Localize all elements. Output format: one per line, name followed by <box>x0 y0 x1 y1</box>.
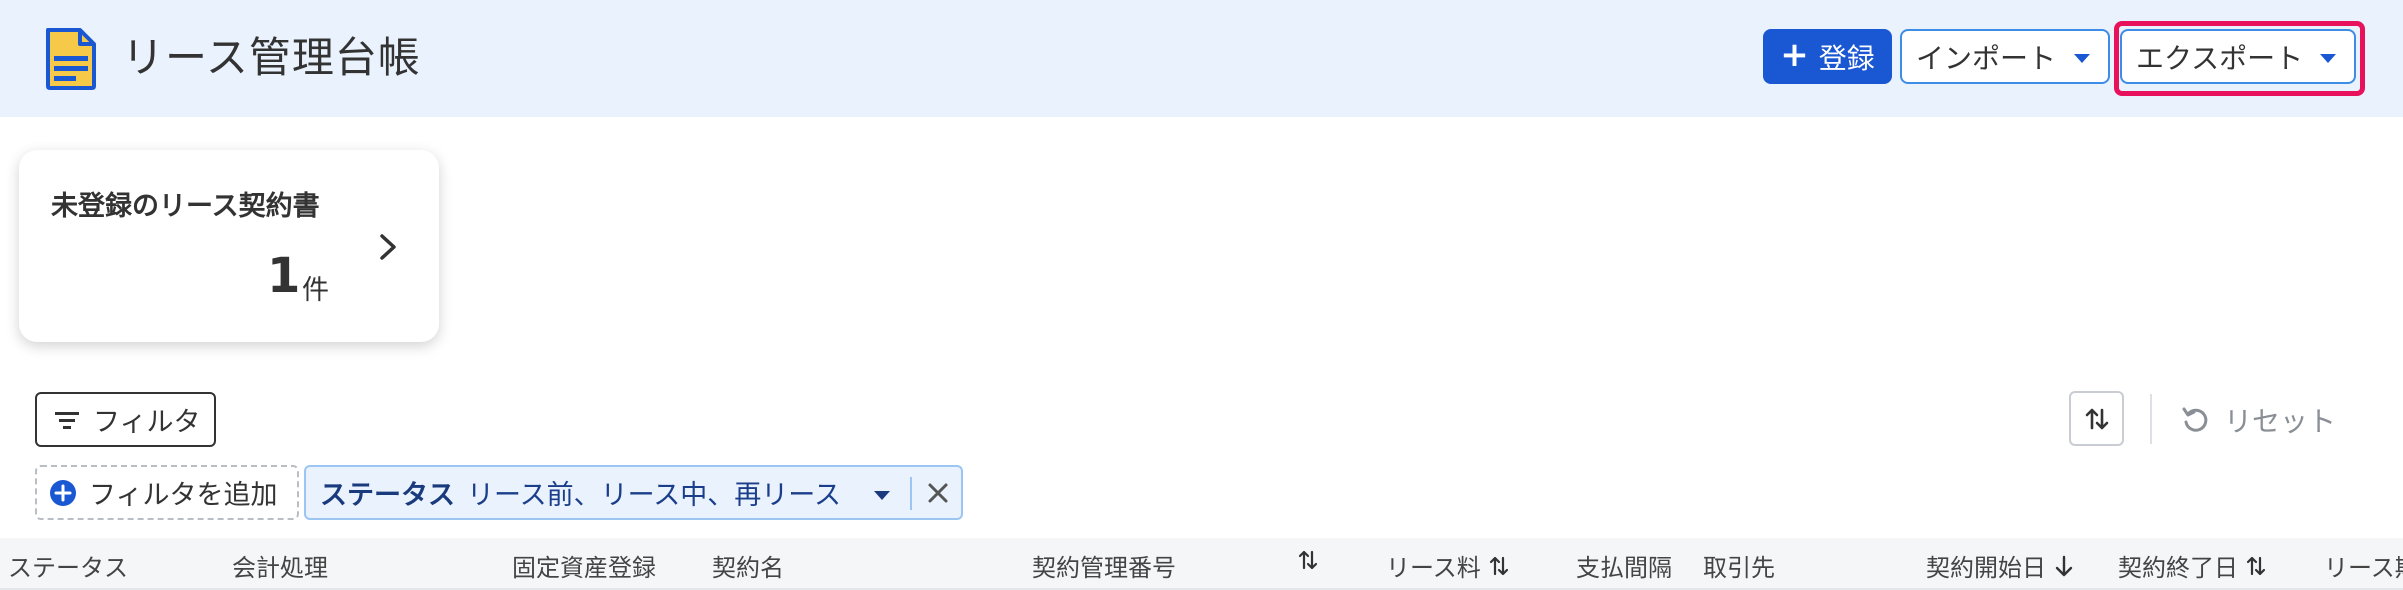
arrow-down-icon <box>2055 555 2073 576</box>
status-filter-chip[interactable]: ステータス リース前、リース中、再リース <box>304 465 963 520</box>
chevron-right-icon <box>380 234 396 260</box>
reset-icon <box>2182 407 2208 432</box>
column-contract-name[interactable]: 契約名 <box>712 548 784 583</box>
filter-button[interactable]: フィルタ <box>35 392 216 447</box>
add-filter-button[interactable]: フィルタを追加 <box>35 465 299 520</box>
column-sort-toggle[interactable] <box>1290 548 1318 572</box>
filter-icon <box>55 411 79 429</box>
column-payment-interval[interactable]: 支払間隔 <box>1576 548 1672 583</box>
reset-button-label: リセット <box>2224 405 2337 438</box>
chip-divider <box>910 477 912 510</box>
filter-button-label: フィルタ <box>93 407 201 438</box>
unregistered-contracts-card[interactable]: 未登録のリース契約書 1 件 <box>19 150 439 342</box>
register-button[interactable]: + 登録 <box>1763 29 1892 84</box>
page-title: リース管理台帳 <box>122 33 421 82</box>
sort-arrows-icon <box>1489 556 1508 575</box>
close-icon[interactable] <box>924 479 952 507</box>
caret-down-icon <box>2074 54 2090 63</box>
chip-values: リース前、リース中、再リース <box>467 480 841 511</box>
import-dropdown-button[interactable]: インポート <box>1900 29 2110 84</box>
plus-icon: + <box>1780 34 1809 75</box>
sort-order-button[interactable] <box>2069 391 2124 446</box>
toolbar-divider <box>2150 394 2152 444</box>
column-counterparty[interactable]: 取引先 <box>1703 548 1775 583</box>
sort-arrows-icon <box>2246 556 2266 575</box>
column-contract-number[interactable]: 契約管理番号 <box>1032 548 1176 583</box>
sort-arrows-icon <box>1298 550 1318 570</box>
card-count: 1 <box>267 248 301 304</box>
export-highlight-box <box>2114 21 2365 96</box>
column-start-date[interactable]: 契約開始日 <box>1926 548 2074 583</box>
column-lease-period[interactable]: リース期 <box>2324 548 2403 583</box>
chip-label: ステータス <box>320 480 455 511</box>
caret-down-icon[interactable] <box>874 491 890 500</box>
reset-button[interactable]: リセット <box>2180 395 2336 445</box>
document-icon <box>46 28 96 90</box>
sort-arrows-icon <box>2085 408 2108 429</box>
register-button-label: 登録 <box>1818 41 1875 75</box>
column-fixed-asset[interactable]: 固定資産登録 <box>512 548 656 583</box>
page-header: リース管理台帳 + 登録 インポート エクスポート <box>0 0 2403 117</box>
add-filter-label: フィルタを追加 <box>89 480 278 511</box>
add-circle-icon <box>50 479 76 506</box>
card-title: 未登録のリース契約書 <box>51 191 320 222</box>
column-lease-fee[interactable]: リース料 <box>1386 548 1509 583</box>
column-status[interactable]: ステータス <box>8 548 128 583</box>
card-count-unit: 件 <box>302 275 329 306</box>
import-button-label: インポート <box>1916 41 2057 75</box>
table-header: ステータス 会計処理 固定資産登録 契約名 契約管理番号 リース料 支払間隔 取… <box>0 538 2403 590</box>
column-accounting[interactable]: 会計処理 <box>232 548 328 583</box>
column-end-date[interactable]: 契約終了日 <box>2118 548 2266 583</box>
